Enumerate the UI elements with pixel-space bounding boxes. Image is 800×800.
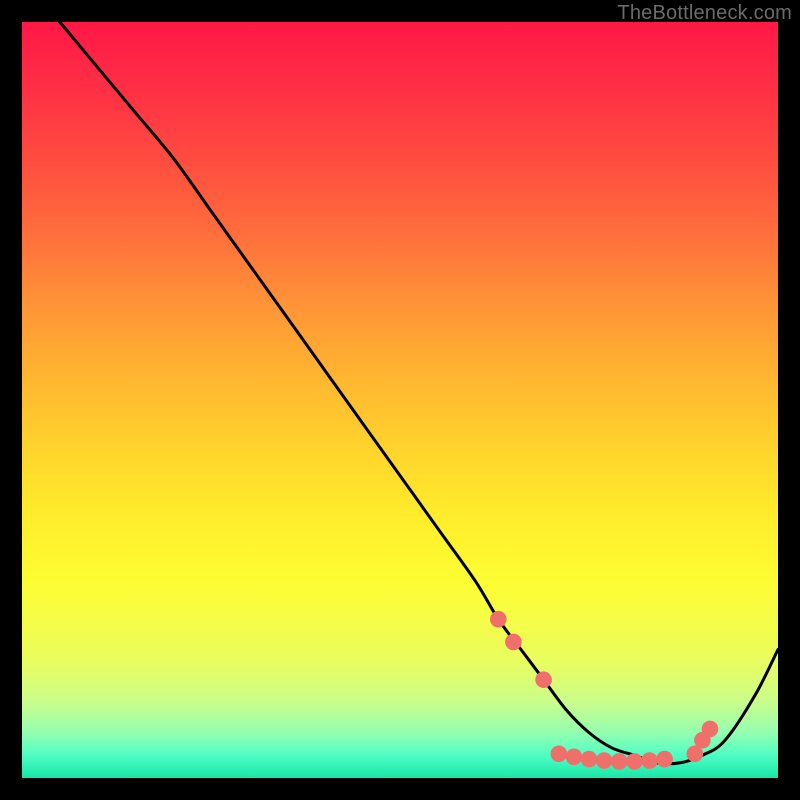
- highlight-dot: [611, 753, 628, 770]
- highlight-dot: [551, 746, 568, 763]
- highlight-dot: [641, 752, 658, 769]
- highlight-dot: [505, 634, 522, 651]
- chart-plot-area: [22, 22, 778, 778]
- highlight-dot: [626, 753, 643, 770]
- highlight-dot: [656, 751, 673, 768]
- highlight-dots-group: [490, 611, 718, 770]
- highlight-dot: [566, 749, 583, 766]
- highlight-dot: [535, 671, 552, 688]
- watermark-text: TheBottleneck.com: [617, 2, 792, 25]
- bottleneck-curve: [60, 22, 778, 764]
- chart-stage: TheBottleneck.com: [0, 0, 800, 800]
- highlight-dot: [581, 751, 598, 768]
- highlight-dot: [702, 721, 719, 738]
- highlight-dot: [596, 752, 613, 769]
- chart-svg: [22, 22, 778, 778]
- highlight-dot: [490, 611, 507, 628]
